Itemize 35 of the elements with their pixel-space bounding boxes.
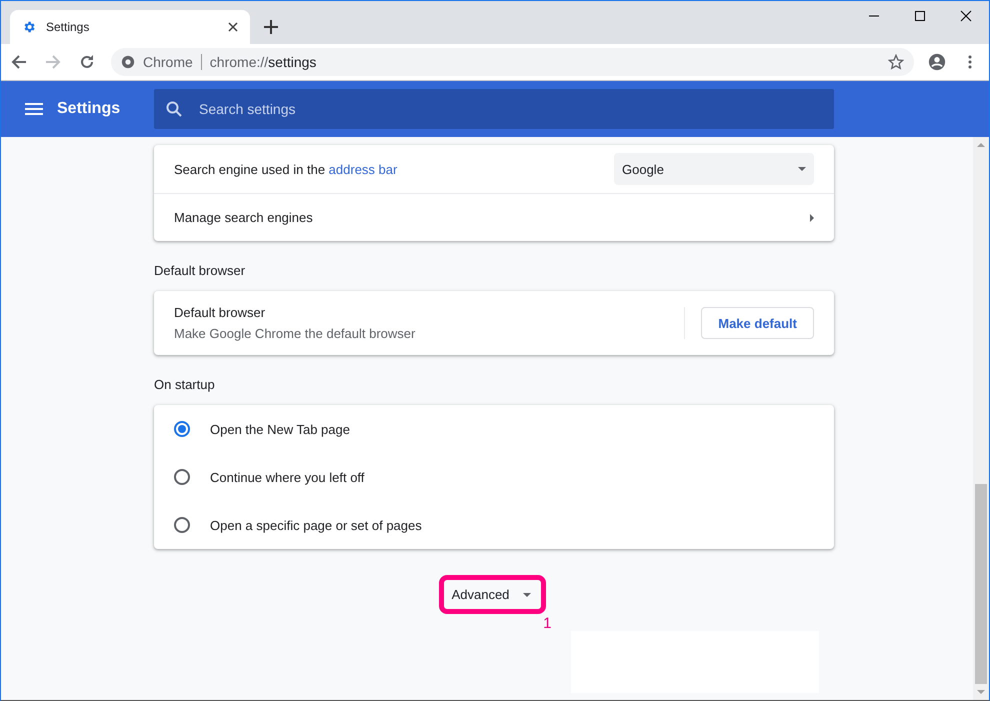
radio-option[interactable]: Continue where you left off <box>154 453 834 501</box>
make-default-button[interactable]: Make default <box>701 307 814 339</box>
browser-tab[interactable]: Settings <box>10 10 250 44</box>
caret-icon <box>523 592 532 596</box>
radio-option[interactable]: Open a specific page or set of pages <box>154 501 834 549</box>
radio-button[interactable] <box>174 469 190 485</box>
reload-icon[interactable] <box>79 54 95 70</box>
tab-title: Settings <box>46 20 90 34</box>
caret-icon <box>798 167 806 171</box>
back-arrow-icon[interactable] <box>11 54 27 70</box>
radio-button[interactable] <box>174 517 190 533</box>
url-text: chrome://settings <box>210 54 316 70</box>
callout-number: 1 <box>543 615 552 632</box>
close-icon[interactable] <box>228 22 238 32</box>
setting-title: Default browser <box>174 305 266 320</box>
address-bar[interactable]: Chrome chrome://settings <box>111 48 914 76</box>
menu-icon[interactable] <box>25 103 43 115</box>
star-icon[interactable] <box>888 54 904 70</box>
gear-icon <box>22 20 36 34</box>
menu-dots-icon[interactable] <box>968 55 972 69</box>
section-heading: On startup <box>154 377 216 392</box>
site-label: Chrome <box>143 54 193 70</box>
radio-button[interactable] <box>174 421 190 437</box>
page-title: Settings <box>57 100 122 118</box>
search-field[interactable]: Search settings <box>154 89 834 129</box>
section-heading: Default browser <box>154 263 246 278</box>
plus-icon[interactable] <box>264 20 278 34</box>
radio-option[interactable]: Open the New Tab page <box>154 405 834 453</box>
caret-icon <box>810 214 814 222</box>
profile-icon[interactable] <box>928 53 946 71</box>
address-bar-link[interactable]: address bar <box>328 162 398 176</box>
search-engine-dropdown[interactable]: Google <box>614 153 814 185</box>
setting-description: Make Google Chrome the default browser <box>174 326 416 341</box>
search-engine-label: Search engine used in the address bar <box>174 162 398 176</box>
manage-search-engines-row[interactable]: Manage search engines <box>154 193 834 241</box>
